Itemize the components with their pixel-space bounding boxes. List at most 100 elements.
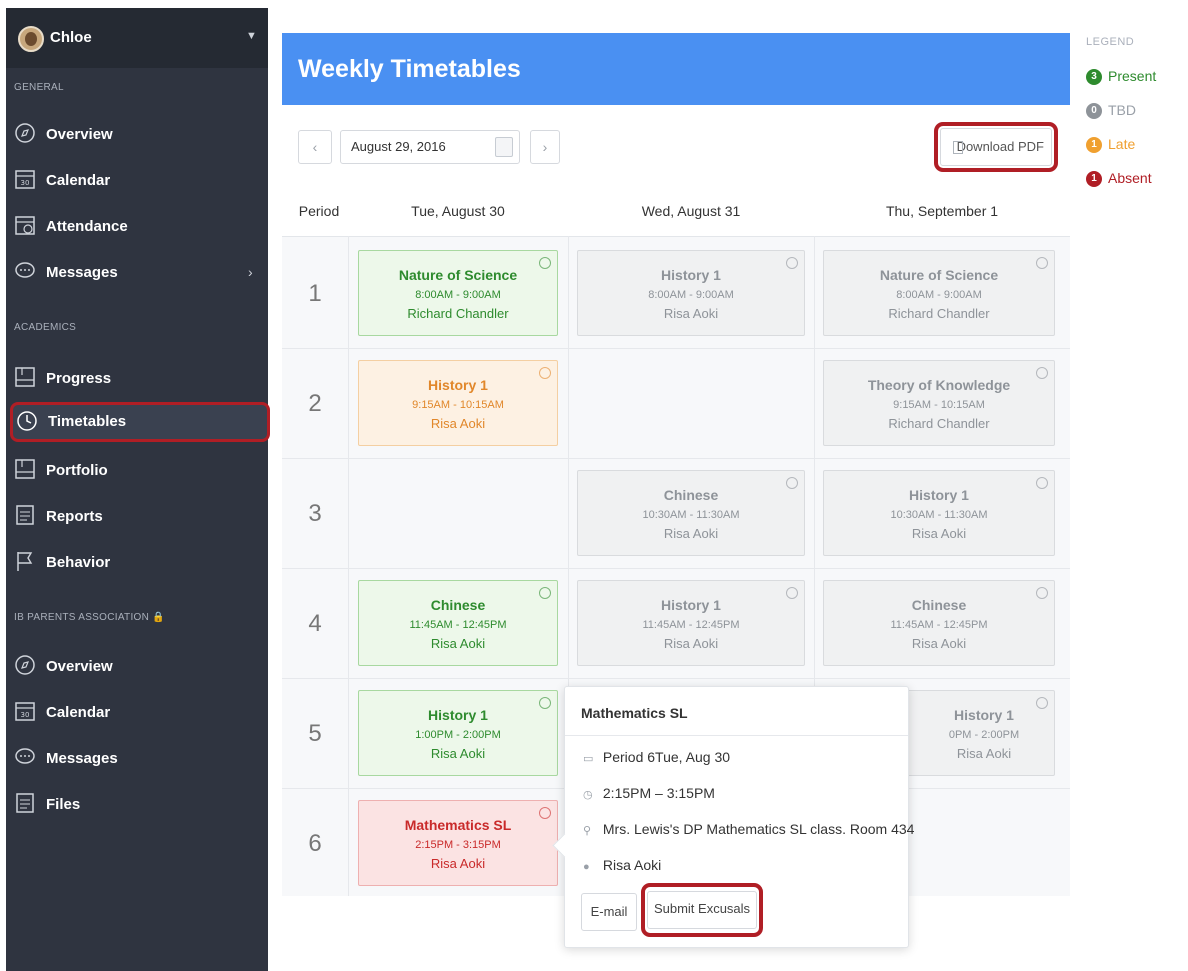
chevron-down-icon[interactable]: ▼	[246, 30, 257, 42]
class-teacher: Risa Aoki	[663, 306, 719, 321]
class-cell-tbd[interactable]: Theory of Knowledge 9:15AM - 10:15AM Ric…	[823, 360, 1055, 446]
sidebar-item-assoc-overview[interactable]: Overview	[6, 648, 268, 686]
popover-time-row: ◷ 2:15PM – 3:15PM	[583, 785, 715, 801]
class-cell-tbd[interactable]: Chinese 10:30AM - 11:30AM Risa Aoki	[577, 470, 805, 556]
period-number: 3	[308, 500, 322, 527]
class-time: 9:15AM - 10:15AM	[893, 399, 985, 411]
section-general: GENERAL	[14, 82, 64, 93]
class-title: History 1	[428, 707, 488, 723]
class-time: 1:00PM - 2:00PM	[415, 729, 501, 741]
sidebar-item-portfolio[interactable]: Portfolio	[6, 452, 268, 490]
class-cell-absent[interactable]: Mathematics SL 2:15PM - 3:15PM Risa Aoki	[358, 800, 558, 886]
download-pdf-inner[interactable]: Download PDF	[940, 128, 1052, 166]
info-icon[interactable]	[1036, 257, 1048, 269]
next-week-button[interactable]: ›	[530, 130, 560, 164]
sidebar: Chloe ▼ GENERAL Overview 30 Calendar Att…	[6, 8, 270, 971]
period-number: 2	[308, 390, 322, 417]
sidebar-item-label: Behavior	[46, 554, 111, 571]
info-icon[interactable]	[539, 257, 551, 269]
info-icon[interactable]	[786, 257, 798, 269]
info-icon[interactable]	[539, 697, 551, 709]
class-cell-tbd[interactable]: History 1 10:30AM - 11:30AM Risa Aoki	[823, 470, 1055, 556]
info-icon[interactable]	[786, 587, 798, 599]
info-icon[interactable]	[786, 477, 798, 489]
info-icon[interactable]	[1036, 697, 1048, 709]
info-icon[interactable]	[539, 587, 551, 599]
calendar-icon: ▭	[583, 753, 594, 765]
class-title: History 1	[909, 487, 969, 503]
class-cell-tbd[interactable]: History 1 11:45AM - 12:45PM Risa Aoki	[577, 580, 805, 666]
legend-label: Present	[1108, 68, 1157, 84]
status-badge: 0	[1086, 103, 1102, 119]
popover-period: Period 6Tue, Aug 30	[602, 749, 731, 765]
class-title: Nature of Science	[879, 267, 999, 283]
class-time: 10:30AM - 11:30AM	[642, 509, 740, 521]
download-pdf-button[interactable]: Download PDF	[934, 122, 1058, 172]
class-title: History 1	[661, 597, 721, 613]
info-icon[interactable]	[539, 807, 551, 819]
info-icon[interactable]	[1036, 587, 1048, 599]
class-teacher: Risa Aoki	[430, 416, 486, 431]
sidebar-item-label: Attendance	[46, 218, 128, 235]
section-label: IB PARENTS ASSOCIATION	[14, 612, 150, 623]
user-icon: ●	[583, 861, 590, 873]
sidebar-item-label: Files	[46, 796, 81, 813]
class-cell-present[interactable]: Nature of Science 8:00AM - 9:00AM Richar…	[358, 250, 558, 336]
class-time: 8:00AM - 9:00AM	[648, 289, 734, 301]
sidebar-item-messages[interactable]: Messages ›	[6, 254, 268, 292]
submit-excusals-label[interactable]: Submit Excusals	[647, 891, 757, 929]
sidebar-item-assoc-calendar[interactable]: 30 Calendar	[6, 694, 268, 732]
chat-bubble-icon	[15, 262, 35, 278]
sidebar-item-behavior[interactable]: Behavior	[6, 544, 268, 582]
class-cell-tbd[interactable]: History 1 8:00AM - 9:00AM Risa Aoki	[577, 250, 805, 336]
sidebar-item-label: Overview	[46, 658, 113, 675]
clock-icon: ◷	[583, 789, 593, 801]
class-time: 11:45AM - 12:45PM	[642, 619, 740, 631]
email-button[interactable]: E-mail	[581, 893, 637, 931]
sidebar-item-label: Progress	[46, 370, 112, 387]
sidebar-item-label: Timetables	[48, 413, 127, 430]
class-cell-present[interactable]: Chinese 11:45AM - 12:45PM Risa Aoki	[358, 580, 558, 666]
download-pdf-label: Download PDF	[956, 139, 1044, 154]
column-header-period: Period	[298, 203, 340, 219]
class-cell-tbd[interactable]: Nature of Science 8:00AM - 9:00AM Richar…	[823, 250, 1055, 336]
class-title: History 1	[428, 377, 488, 393]
date-picker-input[interactable]: August 29, 2016	[340, 130, 520, 164]
class-teacher: Risa Aoki	[430, 636, 486, 651]
class-title: Nature of Science	[398, 267, 518, 283]
class-cell-tbd[interactable]: Chinese 11:45AM - 12:45PM Risa Aoki	[823, 580, 1055, 666]
sidebar-item-label: Calendar	[46, 704, 111, 721]
document-icon	[953, 141, 963, 154]
sidebar-item-reports[interactable]: Reports	[6, 498, 268, 536]
sidebar-item-assoc-files[interactable]: Files	[6, 786, 268, 824]
info-icon[interactable]	[539, 367, 551, 379]
progress-icon	[15, 367, 35, 387]
class-detail-popover: Mathematics SL ▭ Period 6Tue, Aug 30 ◷ 2…	[564, 686, 914, 948]
grid-divider	[282, 678, 1070, 679]
popover-time: 2:15PM – 3:15PM	[602, 785, 715, 801]
prev-week-button[interactable]: ‹	[298, 130, 332, 164]
sidebar-item-label: Overview	[46, 126, 113, 143]
legend: LEGEND 3 Present 0 TBD 1 Late 1 Absent	[1086, 36, 1156, 187]
sidebar-item-progress[interactable]: Progress	[6, 360, 268, 398]
sidebar-item-overview[interactable]: Overview	[6, 116, 268, 154]
class-teacher: Risa Aoki	[430, 856, 486, 871]
sidebar-item-attendance[interactable]: Attendance	[6, 208, 268, 246]
sidebar-item-assoc-messages[interactable]: Messages	[6, 740, 268, 778]
page-title: Weekly Timetables	[298, 55, 521, 83]
user-menu[interactable]: Chloe ▼	[6, 8, 268, 68]
calendar-icon[interactable]	[495, 137, 513, 157]
class-cell-late[interactable]: History 1 9:15AM - 10:15AM Risa Aoki	[358, 360, 558, 446]
info-icon[interactable]	[1036, 367, 1048, 379]
sidebar-item-timetables[interactable]: Timetables	[10, 402, 270, 442]
class-title: Theory of Knowledge	[867, 377, 1011, 393]
submit-excusals-button[interactable]: Submit Excusals	[641, 883, 763, 937]
info-icon[interactable]	[1036, 477, 1048, 489]
class-cell-present[interactable]: History 1 1:00PM - 2:00PM Risa Aoki	[358, 690, 558, 776]
class-title: Chinese	[430, 597, 486, 613]
svg-text:30: 30	[21, 711, 30, 719]
sidebar-item-calendar[interactable]: 30 Calendar	[6, 162, 268, 200]
sidebar-item-label: Calendar	[46, 172, 111, 189]
attendance-calendar-icon	[15, 216, 35, 235]
column-header-day: Thu, September 1	[885, 203, 999, 219]
